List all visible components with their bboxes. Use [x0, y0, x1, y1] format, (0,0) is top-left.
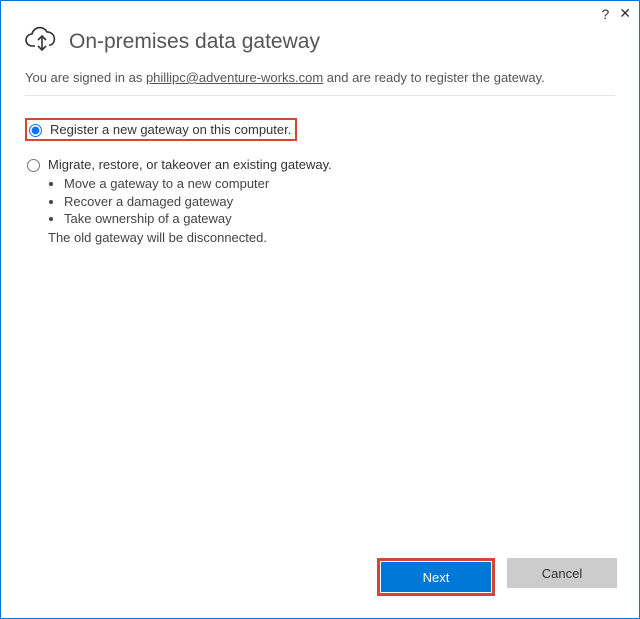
divider — [25, 95, 615, 96]
radio-register[interactable] — [29, 124, 42, 137]
close-icon[interactable]: ✕ — [619, 5, 631, 22]
signed-in-suffix: and are ready to register the gateway. — [323, 70, 545, 85]
option-migrate-label: Migrate, restore, or takeover an existin… — [48, 157, 332, 172]
migrate-details: Move a gateway to a new computer Recover… — [48, 175, 332, 245]
next-button[interactable]: Next — [381, 562, 491, 592]
titlebar-controls: ? ✕ — [601, 5, 631, 22]
bullet-move: Move a gateway to a new computer — [64, 175, 332, 193]
dialog-header: On-premises data gateway — [25, 25, 615, 58]
bullet-ownership: Take ownership of a gateway — [64, 210, 332, 228]
cloud-icon — [25, 25, 59, 58]
dialog-title: On-premises data gateway — [69, 30, 320, 54]
option-register[interactable]: Register a new gateway on this computer. — [25, 118, 297, 141]
user-email-link[interactable]: phillipc@adventure-works.com — [146, 70, 323, 85]
signed-in-text: You are signed in as phillipc@adventure-… — [25, 70, 615, 85]
signed-in-prefix: You are signed in as — [25, 70, 146, 85]
next-button-highlight: Next — [377, 558, 495, 596]
option-register-label: Register a new gateway on this computer. — [50, 122, 291, 137]
dialog-content: On-premises data gateway You are signed … — [1, 1, 639, 247]
bullet-recover: Recover a damaged gateway — [64, 193, 332, 211]
option-migrate[interactable]: Migrate, restore, or takeover an existin… — [25, 155, 615, 247]
radio-migrate[interactable] — [27, 159, 40, 172]
migrate-note: The old gateway will be disconnected. — [48, 230, 332, 245]
option-migrate-body: Migrate, restore, or takeover an existin… — [48, 157, 332, 245]
dialog-window: ? ✕ On-premises data gateway You are sig… — [0, 0, 640, 619]
help-icon[interactable]: ? — [601, 6, 609, 22]
dialog-footer: Next Cancel — [377, 558, 617, 596]
cancel-button[interactable]: Cancel — [507, 558, 617, 588]
